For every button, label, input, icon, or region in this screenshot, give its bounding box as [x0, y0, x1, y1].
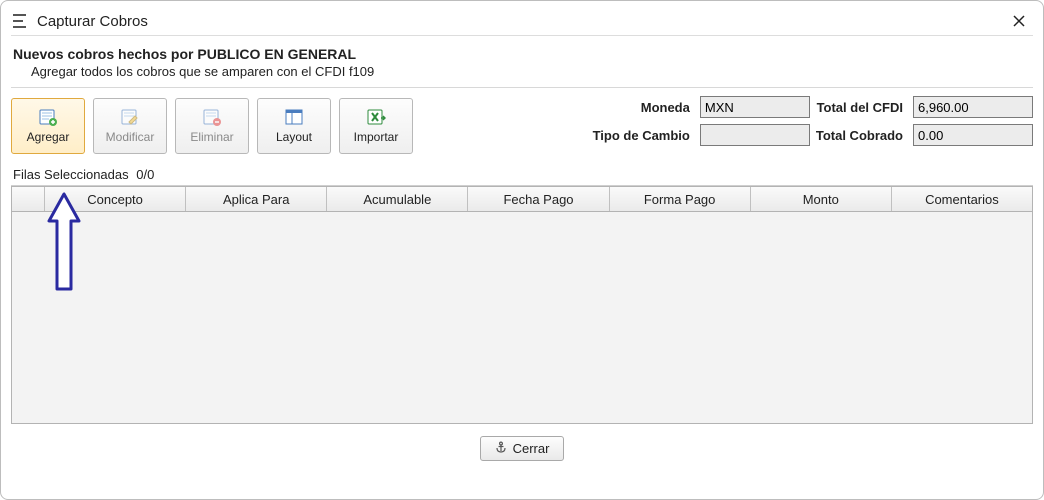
modificar-button-label: Modificar	[106, 130, 155, 144]
table-header-selector[interactable]	[12, 187, 45, 211]
col-forma-pago[interactable]: Forma Pago	[610, 187, 751, 211]
edit-document-icon	[119, 108, 141, 126]
col-monto[interactable]: Monto	[751, 187, 892, 211]
table-header-row: Concepto Aplica Para Acumulable Fecha Pa…	[12, 187, 1032, 212]
agregar-button-label: Agregar	[27, 130, 70, 144]
subtitle-heading: Nuevos cobros hechos por PUBLICO EN GENE…	[11, 42, 1033, 62]
cerrar-button[interactable]: Cerrar	[480, 436, 565, 461]
layout-icon	[283, 108, 305, 126]
col-aplica-para[interactable]: Aplica Para	[186, 187, 327, 211]
rows-selected-label: Filas Seleccionadas	[13, 167, 129, 182]
total-cobrado-label: Total Cobrado	[816, 128, 907, 143]
col-fecha-pago[interactable]: Fecha Pago	[468, 187, 609, 211]
total-cfdi-label: Total del CFDI	[816, 100, 907, 115]
rows-selected-line: Filas Seleccionadas 0/0	[11, 164, 1033, 186]
col-concepto[interactable]: Concepto	[45, 187, 186, 211]
add-document-icon	[37, 108, 59, 126]
total-cfdi-field[interactable]	[913, 96, 1033, 118]
anchor-icon	[495, 441, 507, 456]
agregar-button[interactable]: Agregar	[11, 98, 85, 154]
total-cobrado-field[interactable]	[913, 124, 1033, 146]
subtitle-description: Agregar todos los cobros que se amparen …	[11, 62, 1033, 87]
importar-button-label: Importar	[354, 130, 399, 144]
col-acumulable[interactable]: Acumulable	[327, 187, 468, 211]
layout-button[interactable]: Layout	[257, 98, 331, 154]
tipo-cambio-field[interactable]	[700, 124, 810, 146]
importar-button[interactable]: Importar	[339, 98, 413, 154]
app-icon	[11, 12, 29, 30]
capturar-cobros-window: Capturar Cobros Nuevos cobros hechos por…	[0, 0, 1044, 500]
modificar-button: Modificar	[93, 98, 167, 154]
summary-fields: Moneda Total del CFDI Tipo de Cambio Tot…	[593, 96, 1033, 146]
toolbar-and-fields-row: Agregar Modificar	[11, 96, 1033, 158]
delete-document-icon	[201, 108, 223, 126]
titlebar: Capturar Cobros	[11, 7, 1033, 36]
import-excel-icon	[365, 108, 387, 126]
close-icon[interactable]	[1005, 9, 1033, 33]
toolbar: Agregar Modificar	[11, 96, 413, 158]
eliminar-button-label: Eliminar	[190, 130, 233, 144]
rows-selected-count: 0/0	[136, 167, 154, 182]
cerrar-button-label: Cerrar	[513, 441, 550, 456]
col-comentarios[interactable]: Comentarios	[892, 187, 1032, 211]
cobros-table[interactable]: Concepto Aplica Para Acumulable Fecha Pa…	[11, 186, 1033, 424]
moneda-label: Moneda	[593, 100, 694, 115]
footer: Cerrar	[11, 436, 1033, 461]
divider	[11, 87, 1033, 88]
layout-button-label: Layout	[276, 130, 312, 144]
eliminar-button: Eliminar	[175, 98, 249, 154]
moneda-field[interactable]	[700, 96, 810, 118]
window-title: Capturar Cobros	[37, 13, 148, 30]
tipo-cambio-label: Tipo de Cambio	[593, 128, 694, 143]
